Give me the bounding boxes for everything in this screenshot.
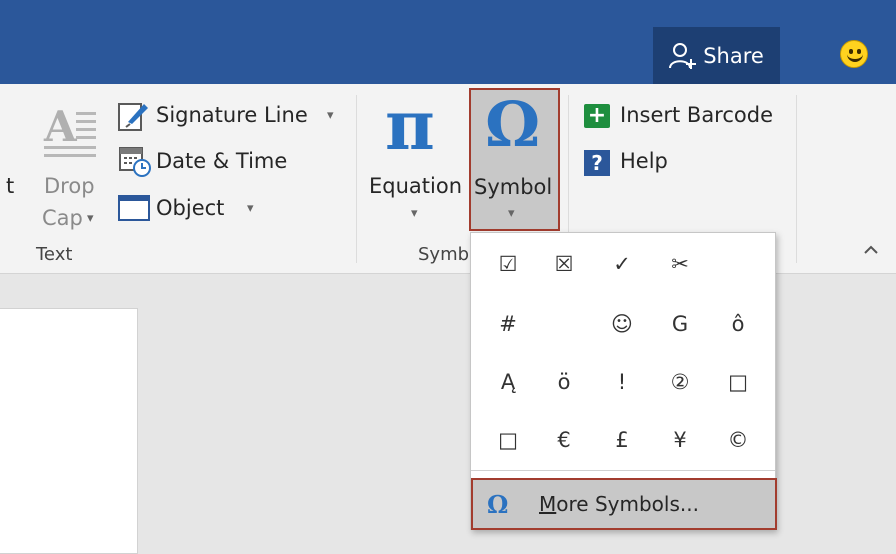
signature-line-dropdown-arrow[interactable]: ▾ (327, 109, 334, 122)
document-page[interactable] (0, 308, 138, 554)
omega-icon: Ω (485, 88, 541, 161)
symbol-cell[interactable]: ☺ (593, 295, 651, 353)
collapse-ribbon-icon[interactable] (864, 244, 878, 254)
group-separator (796, 95, 797, 263)
symbol-cell[interactable]: £ (593, 411, 651, 469)
symbol-cell[interactable]: ! (593, 353, 651, 411)
equation-dropdown-arrow[interactable]: ▾ (411, 207, 418, 220)
equation-button[interactable]: Equation (369, 176, 462, 197)
text-group-label: Text (36, 244, 73, 265)
object-icon (118, 195, 150, 221)
symbol-cell[interactable]: ② (651, 353, 709, 411)
more-symbols-accelerator: M (539, 492, 557, 516)
barcode-plus-icon: + (584, 104, 610, 128)
title-bar: Share (0, 0, 896, 84)
smiley-feedback-icon[interactable] (840, 40, 868, 68)
symbol-cell[interactable]: ☒ (535, 235, 593, 293)
symbol-cell[interactable]: ¥ (651, 411, 709, 469)
more-symbols-label: More Symbols... (539, 492, 699, 516)
symbol-cell[interactable] (709, 235, 767, 293)
drop-cap-icon: A (44, 102, 98, 157)
symbol-cell[interactable]: ✂ (651, 235, 709, 293)
symbol-label: Symbol (474, 175, 553, 199)
symbol-cell[interactable]: # (479, 295, 537, 353)
share-button[interactable]: Share (653, 27, 780, 84)
more-symbols-button[interactable]: Ω More Symbols... (471, 478, 777, 530)
object-button[interactable]: Object (156, 198, 224, 219)
insert-barcode-button[interactable]: Insert Barcode (620, 105, 773, 126)
drop-cap-button[interactable]: Drop (44, 176, 95, 197)
date-time-button[interactable]: Date & Time (156, 151, 287, 172)
symbol-cell[interactable]: © (709, 411, 767, 469)
more-symbols-label-rest: ore Symbols... (556, 492, 699, 516)
share-label: Share (703, 43, 764, 68)
symbol-cell[interactable]: ô (709, 295, 767, 353)
equation-icon[interactable]: π (385, 92, 435, 160)
object-dropdown-arrow[interactable]: ▾ (247, 202, 254, 215)
symbol-cell[interactable]: ☑ (479, 235, 537, 293)
drop-cap-label-2[interactable]: Cap (42, 208, 83, 229)
omega-icon: Ω (487, 489, 509, 519)
symbol-dropdown-menu: ☑ ☒ ✓ ✂ # ☺ G ô Ą ö ! ② □ □ € £ ¥ © Ω Mo… (470, 232, 777, 530)
signature-line-button[interactable]: Signature Line (156, 105, 308, 126)
menu-separator (471, 470, 775, 471)
calendar-clock-icon (119, 147, 151, 177)
symbol-cell[interactable] (535, 295, 593, 353)
symbol-button[interactable]: Ω Symbol ▾ (469, 88, 560, 231)
symbol-cell[interactable]: € (535, 411, 593, 469)
person-add-icon (669, 42, 697, 69)
group-separator (356, 95, 357, 263)
symbol-grid: ☑ ☒ ✓ ✂ # ☺ G ô Ą ö ! ② □ □ € £ ¥ © (471, 233, 777, 469)
symbol-cell[interactable]: □ (479, 411, 537, 469)
drop-cap-dropdown-arrow[interactable]: ▾ (87, 212, 94, 225)
symbol-cell[interactable]: Ą (479, 353, 537, 411)
symbol-cell[interactable]: □ (709, 353, 767, 411)
symbol-cell[interactable]: ✓ (593, 235, 651, 293)
symbol-cell[interactable]: G (651, 295, 709, 353)
cut-off-label: t (6, 174, 15, 198)
help-button[interactable]: Help (620, 151, 668, 172)
symbols-group-label: Symb (418, 244, 470, 265)
symbol-dropdown-arrow: ▾ (508, 206, 515, 221)
symbol-cell[interactable]: ö (535, 353, 593, 411)
help-icon: ? (584, 150, 610, 176)
signature-line-icon (118, 103, 148, 131)
